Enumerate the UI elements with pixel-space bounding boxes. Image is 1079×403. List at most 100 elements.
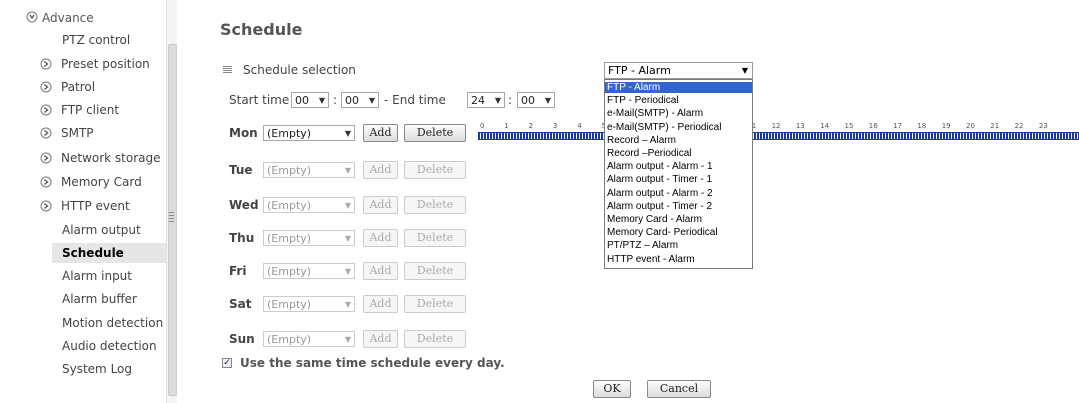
add-button[interactable]: Add	[363, 262, 398, 280]
dropdown-option[interactable]: Alarm output - Alarm - 2	[605, 188, 752, 199]
day-label: Wed	[229, 198, 259, 212]
sidebar: Advance PTZ control Preset position Patrol…	[0, 0, 178, 403]
expand-arrow-icon[interactable]	[40, 200, 52, 212]
end-min-select[interactable]: 00 ▼	[517, 92, 555, 108]
dropdown-option[interactable]: Record – Alarm	[605, 135, 752, 146]
dropdown-option[interactable]: Alarm output - Timer - 2	[605, 201, 752, 212]
expand-arrow-icon[interactable]	[40, 81, 52, 93]
start-colon: :	[333, 93, 338, 107]
sidebar-item-patrol[interactable]: Patrol	[61, 77, 95, 97]
timeline-tick-label: 18	[917, 122, 927, 130]
delete-button[interactable]: Delete	[404, 161, 466, 179]
timeline-tick-label: 23	[1038, 122, 1048, 130]
cancel-button[interactable]: Cancel	[647, 380, 711, 398]
dropdown-option[interactable]: Alarm output - Timer - 1	[605, 174, 752, 185]
add-button[interactable]: Add	[363, 196, 398, 214]
dropdown-option[interactable]: Memory Card- Periodical	[605, 227, 752, 238]
add-button[interactable]: Add	[363, 229, 398, 247]
day-label: Tue	[229, 163, 253, 177]
sidebar-item-alarm-output[interactable]: Alarm output	[62, 220, 141, 240]
dropdown-option[interactable]: Record –Periodical	[605, 148, 752, 159]
day-schedule-select[interactable]: (Empty) ▼	[263, 331, 355, 347]
timeline-tick-label: 0	[480, 122, 485, 130]
collapse-arrow-icon[interactable]	[26, 11, 38, 23]
section-label: Schedule selection	[243, 63, 356, 77]
timeline-tick-label: 12	[771, 122, 781, 130]
expand-arrow-icon[interactable]	[40, 152, 52, 164]
sidebar-item-audio-detection[interactable]: Audio detection	[62, 336, 157, 356]
dropdown-option[interactable]: Alarm output - Alarm - 1	[605, 161, 752, 172]
sidebar-item-http-event[interactable]: HTTP event	[61, 196, 130, 216]
day-label: Sat	[229, 297, 252, 311]
timeline-tick-label: 19	[941, 122, 951, 130]
end-colon: :	[508, 93, 513, 107]
sidebar-item-memory-card[interactable]: Memory Card	[61, 172, 142, 192]
sidebar-advance[interactable]: Advance	[42, 8, 94, 28]
timeline-tick-label: 3	[552, 122, 558, 130]
scroll-grip-icon	[169, 212, 174, 224]
expand-arrow-icon[interactable]	[40, 104, 52, 116]
timeline-bar	[478, 132, 1079, 140]
timeline-tick-label: 21	[990, 122, 1000, 130]
add-button[interactable]: Add	[363, 330, 398, 348]
dropdown-option[interactable]: Memory Card - Alarm	[605, 214, 752, 225]
expand-arrow-icon[interactable]	[40, 58, 52, 70]
sidebar-item-network-storage[interactable]: Network storage	[61, 148, 161, 168]
timeline-tick-label: 17	[893, 122, 903, 130]
dropdown-option[interactable]: HTTP event - Alarm	[605, 254, 752, 265]
sidebar-scrollbar[interactable]	[166, 0, 177, 403]
day-schedule-select[interactable]: (Empty) ▼	[263, 125, 355, 141]
sidebar-item-schedule[interactable]: Schedule	[52, 243, 174, 263]
same-schedule-checkbox[interactable]: ✓	[222, 358, 232, 368]
delete-button[interactable]: Delete	[404, 330, 466, 348]
day-schedule-select[interactable]: (Empty) ▼	[263, 263, 355, 279]
delete-button[interactable]: Delete	[404, 196, 466, 214]
day-schedule-select[interactable]: (Empty) ▼	[263, 296, 355, 312]
day-schedule-select[interactable]: (Empty) ▼	[263, 197, 355, 213]
delete-button[interactable]: Delete	[404, 229, 466, 247]
delete-button[interactable]: Delete	[404, 124, 466, 142]
timeline-tick-label: 16	[868, 122, 878, 130]
same-schedule-label: Use the same time schedule every day.	[240, 356, 505, 370]
start-hour-select[interactable]: 00 ▼	[291, 92, 329, 108]
sidebar-item-system-log[interactable]: System Log	[62, 359, 132, 379]
timeline-tick-label: 13	[795, 122, 805, 130]
sidebar-item-ftp-client[interactable]: FTP client	[61, 100, 119, 120]
timeline-tick-label: 15	[844, 122, 854, 130]
end-hour-select[interactable]: 24 ▼	[467, 92, 505, 108]
page-title: Schedule	[220, 20, 303, 39]
delete-button[interactable]: Delete	[404, 262, 466, 280]
day-schedule-select[interactable]: (Empty) ▼	[263, 162, 355, 178]
ok-button[interactable]: OK	[593, 380, 631, 398]
section-icon	[223, 66, 232, 74]
day-label: Thu	[229, 231, 255, 245]
start-min-select[interactable]: 00 ▼	[341, 92, 379, 108]
sidebar-item-alarm-input[interactable]: Alarm input	[62, 266, 132, 286]
day-label: Sun	[229, 332, 255, 346]
schedule-type-select[interactable]: FTP - Alarm ▼	[604, 62, 753, 79]
sidebar-item-ptz-control[interactable]: PTZ control	[62, 30, 130, 50]
end-time-label: - End time	[384, 93, 446, 107]
delete-button[interactable]: Delete	[404, 295, 466, 313]
dropdown-option[interactable]: e-Mail(SMTP) - Alarm	[605, 108, 752, 119]
start-time-label: Start time	[229, 93, 290, 107]
timeline-tick-label: 4	[577, 122, 582, 130]
timeline-tick-label: 22	[1014, 122, 1024, 130]
dropdown-option[interactable]: PT/PTZ – Alarm	[605, 240, 752, 251]
dropdown-option[interactable]: FTP - Periodical	[605, 95, 752, 106]
add-button[interactable]: Add	[363, 124, 398, 142]
timeline-tick-label: 14	[820, 122, 830, 130]
dropdown-option[interactable]: FTP - Alarm	[605, 82, 752, 93]
sidebar-item-motion-detection[interactable]: Motion detection	[62, 313, 163, 333]
sidebar-item-preset-position[interactable]: Preset position	[61, 54, 150, 74]
add-button[interactable]: Add	[363, 161, 398, 179]
sidebar-item-smtp[interactable]: SMTP	[61, 123, 94, 143]
day-schedule-select[interactable]: (Empty) ▼	[263, 230, 355, 246]
expand-arrow-icon[interactable]	[40, 127, 52, 139]
add-button[interactable]: Add	[363, 295, 398, 313]
mon-timeline: 01234567891011121314151617181920212223	[478, 122, 1079, 142]
expand-arrow-icon[interactable]	[40, 176, 52, 188]
sidebar-item-alarm-buffer[interactable]: Alarm buffer	[62, 289, 137, 309]
timeline-tick-label: 2	[528, 122, 534, 130]
dropdown-option[interactable]: e-Mail(SMTP) - Periodical	[605, 122, 752, 133]
